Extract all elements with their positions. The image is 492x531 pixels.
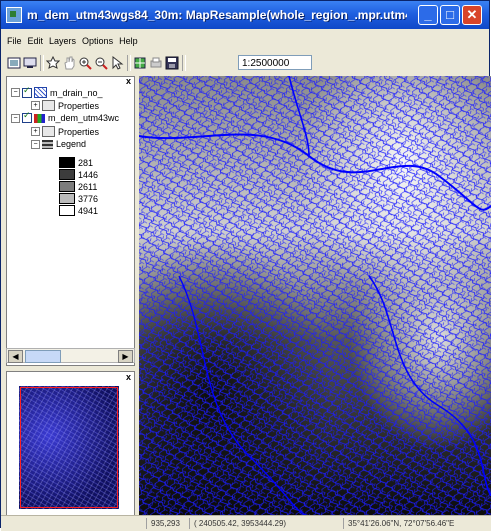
toolbar-separator bbox=[127, 55, 131, 71]
scroll-left-icon[interactable]: ◀ bbox=[8, 350, 23, 363]
properties-label: Properties bbox=[58, 126, 100, 137]
properties-icon bbox=[42, 126, 55, 137]
legend-swatch bbox=[59, 169, 75, 180]
scroll-right-icon[interactable]: ▶ bbox=[118, 350, 133, 363]
scroll-thumb[interactable] bbox=[25, 350, 61, 363]
status-pixel-coords: 935,293 bbox=[146, 518, 180, 529]
minimize-button[interactable]: _ bbox=[418, 5, 438, 25]
legend-value: 4941 bbox=[78, 205, 99, 216]
collapse-toggle[interactable]: − bbox=[11, 113, 20, 123]
legend-label: Legend bbox=[56, 139, 87, 149]
legend-entry: 1446 bbox=[59, 169, 98, 180]
panel-close-icon[interactable]: x bbox=[126, 77, 131, 86]
toolbar-separator bbox=[182, 55, 186, 71]
collapse-toggle[interactable]: − bbox=[31, 139, 40, 149]
layer-properties-item[interactable]: + Properties bbox=[31, 126, 99, 137]
legend-entry: 4941 bbox=[59, 205, 98, 216]
raster-map-icon bbox=[34, 113, 45, 123]
print-icon[interactable] bbox=[148, 55, 164, 71]
segment-map-icon bbox=[34, 87, 47, 98]
overview-close-icon[interactable]: x bbox=[126, 372, 131, 382]
expand-toggle[interactable]: + bbox=[31, 127, 40, 136]
pan-hand-icon[interactable] bbox=[61, 55, 77, 71]
application-window: m_dem_utm43wgs84_30m: MapResample(whole_… bbox=[0, 0, 491, 531]
save-icon[interactable] bbox=[164, 55, 180, 71]
properties-icon bbox=[42, 100, 55, 111]
entire-map-icon[interactable] bbox=[6, 55, 22, 71]
legend-value: 3776 bbox=[78, 193, 99, 204]
layer-tree-panel: x − m_drain_no_ + Properties − m_dem_utm… bbox=[6, 76, 135, 366]
legend-entry: 281 bbox=[59, 157, 93, 168]
layer-name: m_dem_utm43wc bbox=[48, 113, 120, 123]
drainage-network bbox=[139, 76, 491, 517]
menu-layers[interactable]: Layers bbox=[49, 36, 76, 46]
menu-edit[interactable]: Edit bbox=[28, 36, 44, 46]
status-map-coords: ( 240505.42, 3953444.29) bbox=[189, 518, 286, 529]
overview-panel: x bbox=[6, 371, 135, 517]
legend-value: 2611 bbox=[78, 181, 98, 192]
collapse-toggle[interactable]: − bbox=[11, 88, 20, 97]
expand-toggle[interactable]: + bbox=[31, 101, 40, 110]
properties-label: Properties bbox=[58, 100, 100, 111]
legend-icon bbox=[42, 139, 53, 149]
legend-item[interactable]: − Legend bbox=[31, 139, 86, 149]
map-canvas[interactable] bbox=[139, 76, 491, 517]
toolbar-separator bbox=[40, 55, 44, 71]
scale-input[interactable]: 1:2500000 bbox=[238, 55, 312, 70]
layer-tree-scrollbar[interactable]: ◀ ▶ bbox=[6, 348, 135, 363]
legend-value: 281 bbox=[78, 157, 94, 168]
menu-file[interactable]: File bbox=[7, 36, 22, 46]
maximize-button[interactable]: □ bbox=[440, 5, 460, 25]
legend-entry: 2611 bbox=[59, 181, 97, 192]
zoom-in-icon[interactable] bbox=[77, 55, 93, 71]
layer-visibility-checkbox[interactable] bbox=[22, 85, 32, 98]
legend-swatch bbox=[59, 193, 75, 204]
overview-map[interactable] bbox=[19, 386, 119, 509]
menu-bar: File Edit Layers Options Help bbox=[1, 32, 489, 50]
display-options-icon[interactable] bbox=[22, 55, 38, 71]
layer-name: m_drain_no_ bbox=[50, 87, 103, 98]
map-window-icon bbox=[6, 7, 22, 23]
legend-value: 1446 bbox=[78, 169, 99, 180]
legend-swatch bbox=[59, 157, 75, 168]
layer-item-dem[interactable]: − m_dem_utm43wc bbox=[11, 110, 120, 123]
window-title: m_dem_utm43wgs84_30m: MapResample(whole_… bbox=[27, 8, 407, 22]
zoom-out-icon[interactable] bbox=[93, 55, 109, 71]
legend-swatch bbox=[59, 181, 75, 192]
layer-item-drainage[interactable]: − m_drain_no_ bbox=[11, 85, 103, 98]
pointer-icon[interactable] bbox=[109, 55, 125, 71]
status-latlon: 35°41'26.06"N, 72°07'56.46"E bbox=[343, 518, 454, 529]
close-button[interactable]: ✕ bbox=[462, 5, 482, 25]
menu-help[interactable]: Help bbox=[119, 36, 138, 46]
legend-entry: 3776 bbox=[59, 193, 98, 204]
legend-swatch bbox=[59, 205, 75, 216]
star-icon[interactable] bbox=[45, 55, 61, 71]
map-view[interactable] bbox=[139, 76, 491, 517]
layers-icon[interactable] bbox=[132, 55, 148, 71]
layer-visibility-checkbox[interactable] bbox=[22, 110, 32, 123]
layer-properties-item[interactable]: + Properties bbox=[31, 100, 99, 111]
title-bar[interactable]: m_dem_utm43wgs84_30m: MapResample(whole_… bbox=[1, 1, 489, 29]
menu-options[interactable]: Options bbox=[82, 36, 113, 46]
